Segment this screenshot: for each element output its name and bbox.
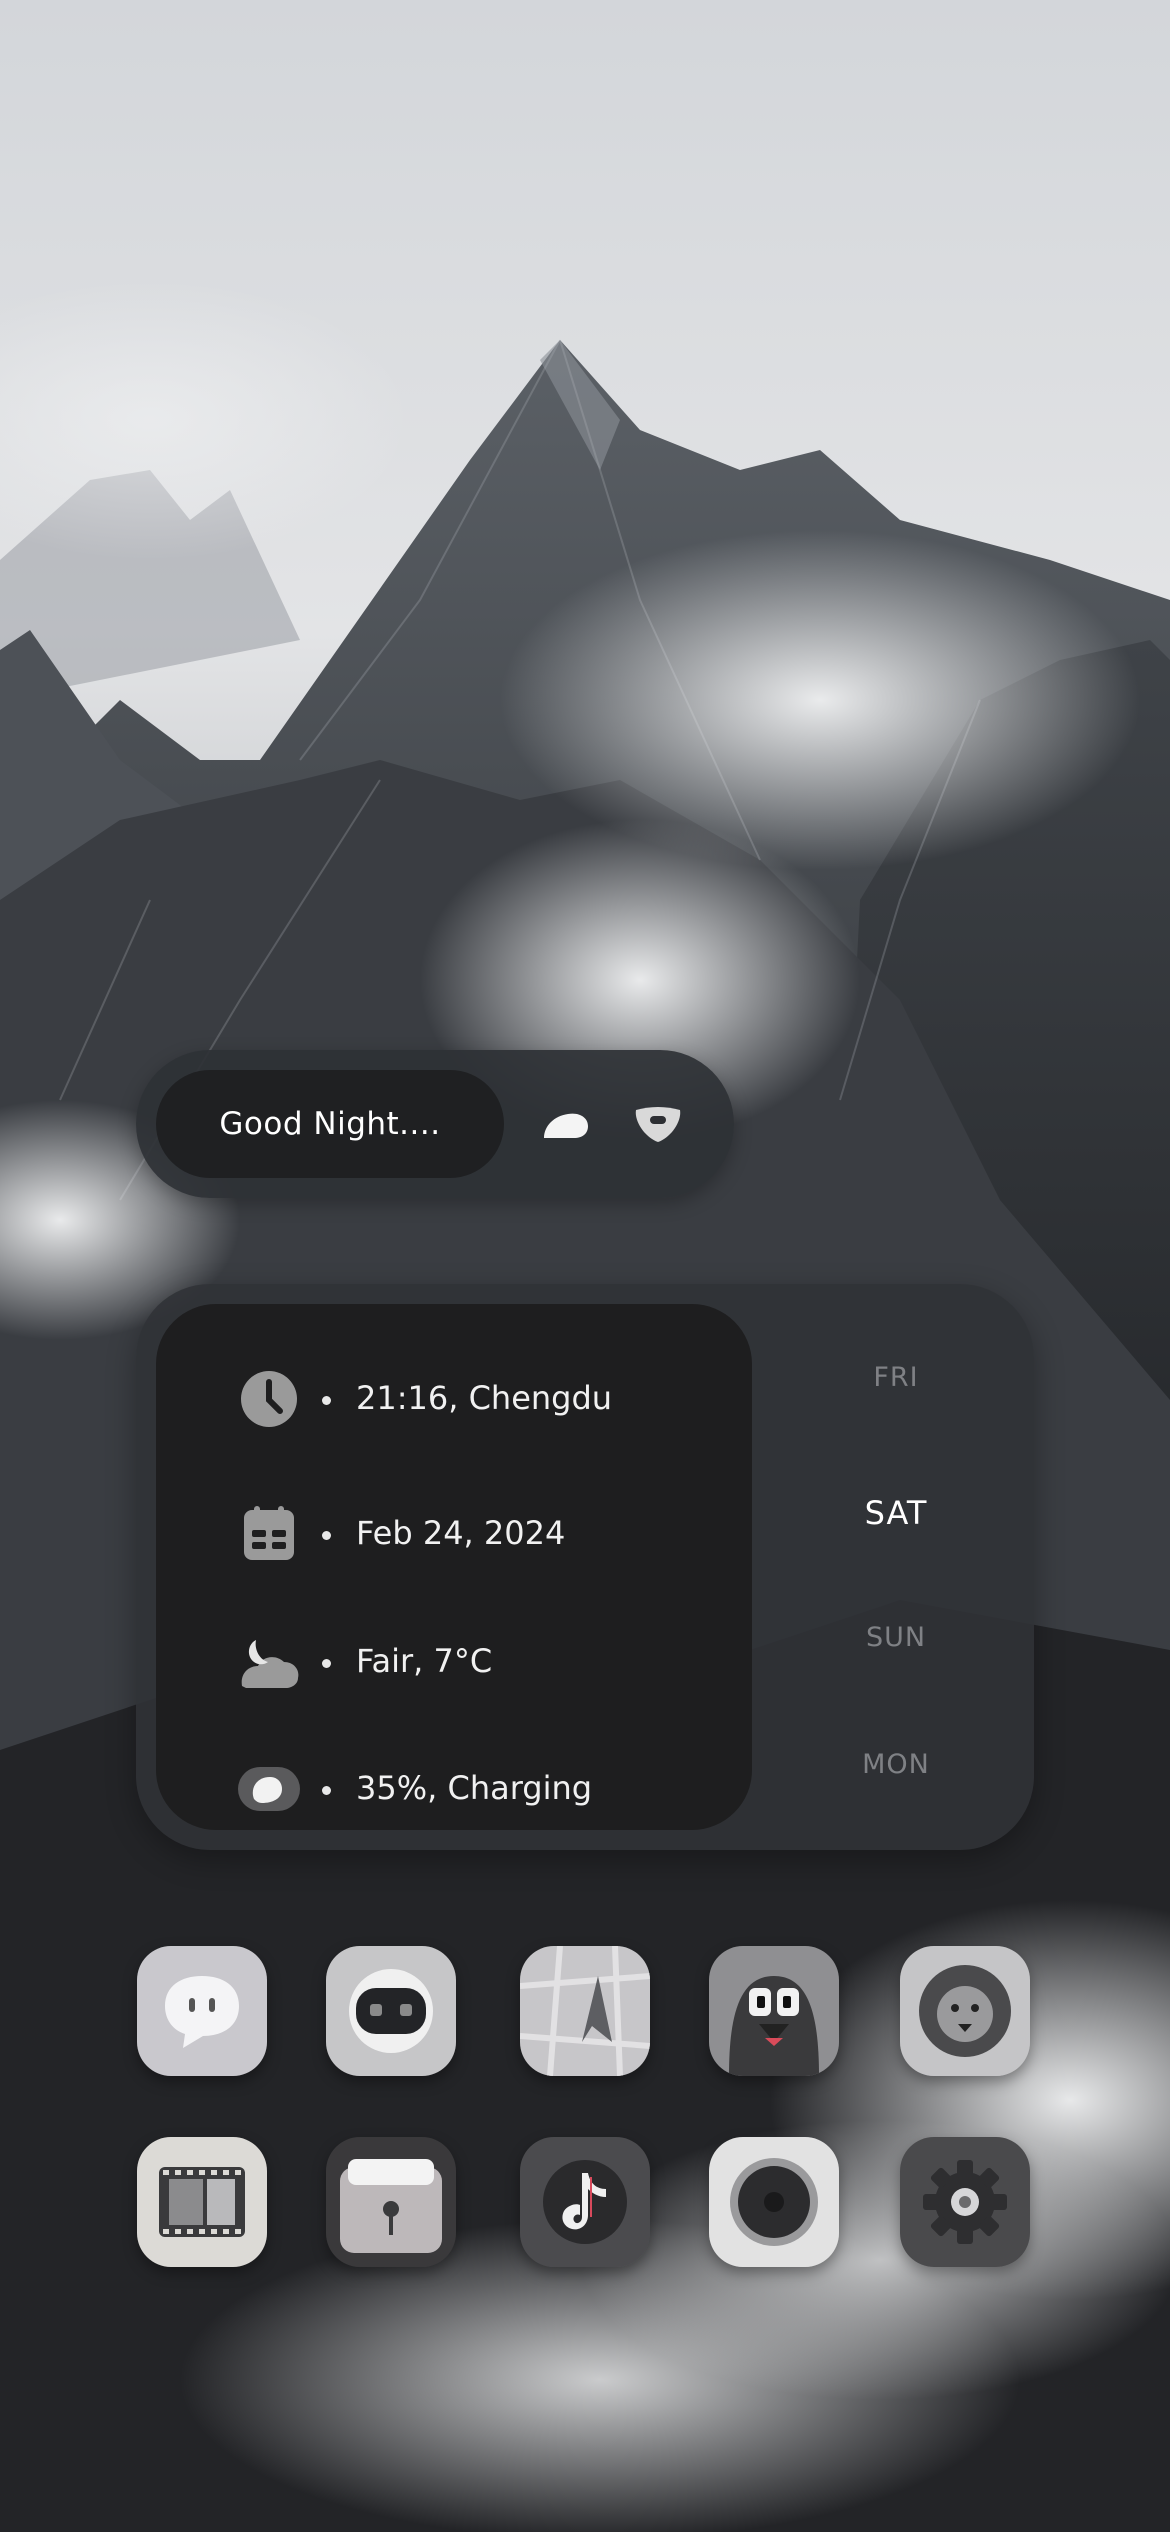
tiktok-icon[interactable]: [520, 2137, 650, 2267]
date-row: Feb 24, 2024: [156, 1488, 752, 1578]
bullet: [322, 1786, 331, 1795]
weather-text: Fair, 7°C: [356, 1642, 493, 1680]
battery-text: 35%, Charging: [356, 1769, 593, 1807]
toggle-icon[interactable]: [630, 1102, 686, 1146]
bullet: [322, 1396, 331, 1405]
calendar-icon: [236, 1504, 302, 1564]
bullet: [322, 1531, 331, 1540]
info-list: 21:16, Chengdu Feb 24, 2024 Fair, 7°C 35…: [156, 1304, 752, 1830]
bullet: [322, 1659, 331, 1668]
chat-bubble-icon[interactable]: [137, 1946, 267, 2076]
day-mon[interactable]: MON: [816, 1749, 976, 1780]
weather-row: Fair, 7°C: [156, 1616, 752, 1706]
speaker-icon[interactable]: [709, 2137, 839, 2267]
cloud-icon[interactable]: [538, 1102, 594, 1146]
battery-row: 35%, Charging: [156, 1743, 752, 1833]
crow-mascot-icon[interactable]: [709, 1946, 839, 2076]
wallet-icon[interactable]: [326, 2137, 456, 2267]
greeting-pill[interactable]: Good Night....: [156, 1070, 504, 1178]
info-widget[interactable]: 21:16, Chengdu Feb 24, 2024 Fair, 7°C 35…: [136, 1284, 1034, 1850]
date-text: Feb 24, 2024: [356, 1514, 566, 1552]
lion-icon[interactable]: [900, 1946, 1030, 2076]
film-strip-icon[interactable]: [137, 2137, 267, 2267]
day-fri[interactable]: FRI: [816, 1362, 976, 1393]
day-sat[interactable]: SAT: [816, 1494, 976, 1532]
time-location-text: 21:16, Chengdu: [356, 1379, 613, 1417]
settings-gear-icon[interactable]: [900, 2137, 1030, 2267]
greeting-widget[interactable]: Good Night....: [136, 1050, 734, 1198]
day-sun[interactable]: SUN: [816, 1622, 976, 1653]
robot-face-icon[interactable]: [326, 1946, 456, 2076]
clock-icon: [236, 1369, 302, 1429]
greeting-text: Good Night....: [219, 1106, 441, 1142]
battery-icon: [236, 1759, 302, 1819]
map-navigation-icon[interactable]: [520, 1946, 650, 2076]
time-row: 21:16, Chengdu: [156, 1353, 752, 1443]
moon-cloud-icon: [236, 1632, 302, 1692]
